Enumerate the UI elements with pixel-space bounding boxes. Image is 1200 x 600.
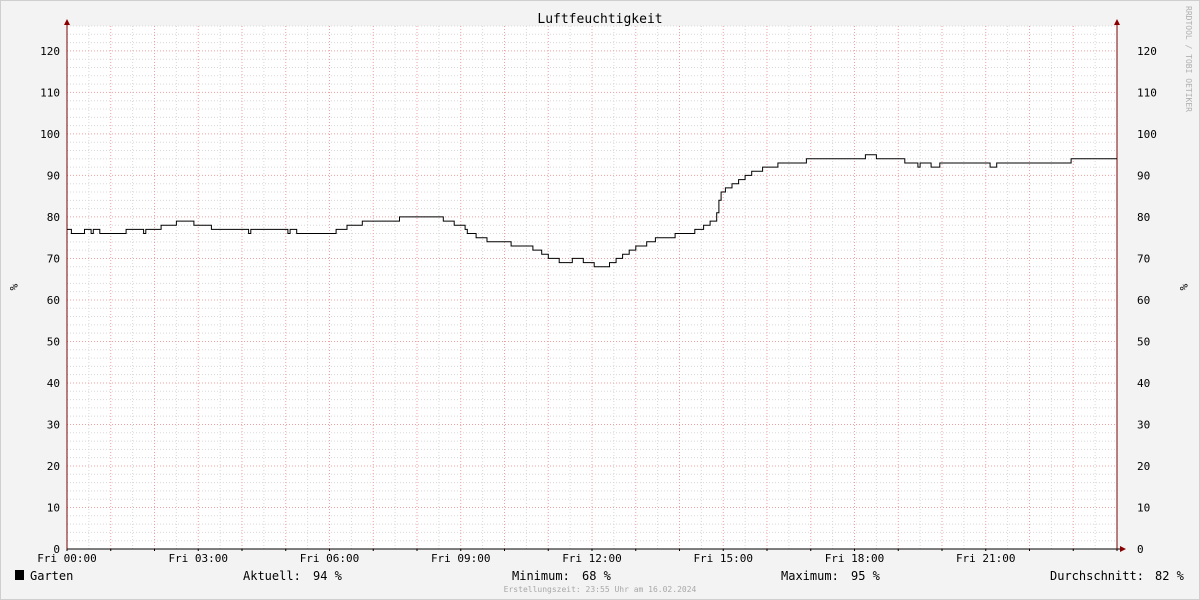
minimum-value: 68 % — [582, 569, 611, 583]
y-tick-label-right: 90 — [1137, 169, 1150, 182]
minimum-label: Minimum: — [512, 569, 570, 583]
x-tick-label: Fri 03:00 — [168, 552, 228, 565]
y-axis-right-title: % — [1177, 284, 1190, 291]
y-tick-label-right: 0 — [1137, 543, 1144, 556]
y-tick-label-right: 110 — [1137, 86, 1157, 99]
x-axis-arrow — [1120, 546, 1126, 552]
y-axis-left-labels: 0102030405060708090100110120 — [40, 45, 60, 556]
y-tick-label-left: 40 — [47, 377, 60, 390]
y-tick-label-right: 50 — [1137, 335, 1150, 348]
y-axis-left-title: % — [7, 284, 20, 291]
y-tick-label-left: 110 — [40, 86, 60, 99]
y-tick-label-left: 30 — [47, 418, 60, 431]
y-tick-label-left: 100 — [40, 128, 60, 141]
y-tick-label-left: 20 — [47, 460, 60, 473]
y-tick-label-right: 100 — [1137, 128, 1157, 141]
y-tick-label-right: 40 — [1137, 377, 1150, 390]
legend: Garten Aktuell: 94 % Minimum: 68 % Maxim… — [0, 568, 1200, 584]
y-tick-label-left: 10 — [47, 501, 60, 514]
aktuell-label: Aktuell: — [243, 569, 301, 583]
maximum-value: 95 % — [851, 569, 880, 583]
y-tick-label-left: 80 — [47, 211, 60, 224]
x-tick-label: Fri 12:00 — [562, 552, 622, 565]
x-tick-label: Fri 00:00 — [37, 552, 97, 565]
y-tick-label-left: 90 — [47, 169, 60, 182]
maximum-label: Maximum: — [781, 569, 839, 583]
x-tick-label: Fri 09:00 — [431, 552, 491, 565]
durchschnitt-value: 82 % — [1155, 569, 1184, 583]
aktuell-value: 94 % — [313, 569, 342, 583]
x-tick-label: Fri 15:00 — [693, 552, 753, 565]
y-axis-right-labels: 0 10 20 30 40 50 60 70 80 90 100 110 120 — [1137, 45, 1157, 556]
x-tick-label: Fri 18:00 — [825, 552, 885, 565]
y-tick-label-right: 30 — [1137, 418, 1150, 431]
y-tick-label-left: 50 — [47, 335, 60, 348]
creation-timestamp: Erstellungszeit: 23:55 Uhr am 16.02.2024 — [504, 585, 697, 594]
y-tick-label-left: 60 — [47, 294, 60, 307]
x-tick-label: Fri 06:00 — [300, 552, 360, 565]
rrdtool-watermark: RRDTOOL / TOBI OETIKER — [1184, 6, 1193, 112]
x-tick-label: Fri 21:00 — [956, 552, 1016, 565]
x-axis-labels: Fri 00:00 Fri 03:00 Fri 06:00 Fri 09:00 Fri … — [37, 552, 1015, 565]
y-axis-right-arrow — [1114, 19, 1120, 25]
chart-title: Luftfeuchtigkeit — [537, 12, 662, 27]
y-tick-label-right: 120 — [1137, 45, 1157, 58]
legend-series-name: Garten — [30, 569, 74, 583]
y-axis-left-arrow — [64, 19, 70, 25]
y-tick-label-left: 120 — [40, 45, 60, 58]
y-tick-label-right: 60 — [1137, 294, 1150, 307]
y-tick-label-right: 10 — [1137, 501, 1150, 514]
y-tick-label-right: 80 — [1137, 211, 1150, 224]
y-tick-label-right: 70 — [1137, 252, 1150, 265]
y-tick-label-right: 20 — [1137, 460, 1150, 473]
durchschnitt-label: Durchschnitt: — [1050, 569, 1144, 583]
y-tick-label-left: 70 — [47, 252, 60, 265]
humidity-chart: 0 10 20 30 40 50 60 70 80 90 100 110 120 0 10 20 30 40 50… — [7, 6, 1193, 594]
